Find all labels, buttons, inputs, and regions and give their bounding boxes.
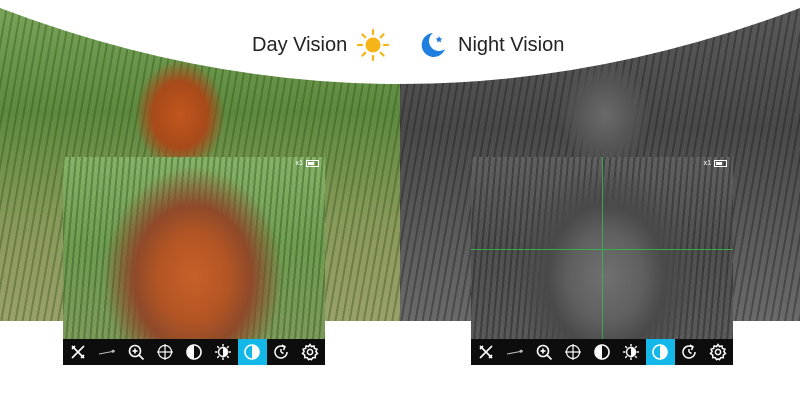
range-line-button[interactable] xyxy=(500,339,529,365)
brightness-icon xyxy=(623,344,640,360)
settings-gear-button[interactable] xyxy=(296,339,325,365)
brightness-button[interactable] xyxy=(208,339,237,365)
zoom-in-icon xyxy=(128,344,144,361)
settings-gear-button[interactable] xyxy=(704,339,733,365)
day-night-mode-icon xyxy=(244,344,260,360)
zoom-in-icon xyxy=(536,344,552,361)
night-zoom-level: x1 xyxy=(703,160,711,167)
rotate-icon xyxy=(274,344,288,359)
moon-star-icon xyxy=(421,33,445,57)
brightness-button[interactable] xyxy=(616,339,645,365)
zoom-in-button[interactable] xyxy=(529,339,558,365)
exit-button[interactable] xyxy=(471,339,500,365)
header-banner xyxy=(0,0,800,84)
rotate-button[interactable] xyxy=(267,339,296,365)
contrast-button[interactable] xyxy=(587,339,616,365)
battery-icon xyxy=(306,160,319,167)
day-vision-label: Day Vision xyxy=(252,33,348,56)
range-line-icon xyxy=(506,349,523,355)
night-vision-heading: Night Vision xyxy=(418,28,564,62)
exit-button[interactable] xyxy=(63,339,92,365)
reticle-horizontal-line xyxy=(471,249,733,250)
night-device-screen: x1 xyxy=(471,157,733,340)
night-toolbar xyxy=(471,339,733,365)
rotate-button[interactable] xyxy=(675,339,704,365)
day-toolbar xyxy=(63,339,325,365)
day-vision-heading: Day Vision xyxy=(252,28,390,62)
night-zoom-indicator: x1 xyxy=(704,160,727,167)
reticle-button[interactable] xyxy=(150,339,179,365)
day-device-screen: x1 xyxy=(63,157,325,340)
day-zoom-indicator: x1 xyxy=(296,160,319,167)
day-night-mode-button[interactable] xyxy=(237,339,267,365)
settings-gear-icon xyxy=(709,343,727,361)
day-night-mode-button[interactable] xyxy=(645,339,675,365)
reticle-icon xyxy=(156,344,173,360)
rotate-icon xyxy=(682,344,696,359)
range-line-button[interactable] xyxy=(92,339,121,365)
exit-icon xyxy=(70,345,85,359)
reticle-button[interactable] xyxy=(558,339,587,365)
day-night-mode-icon xyxy=(652,344,668,360)
settings-gear-icon xyxy=(301,343,319,361)
range-line-icon xyxy=(98,349,115,355)
brightness-icon xyxy=(215,344,232,360)
exit-icon xyxy=(478,345,493,359)
contrast-icon xyxy=(186,344,202,360)
contrast-button[interactable] xyxy=(179,339,208,365)
contrast-icon xyxy=(594,344,610,360)
sun-icon xyxy=(357,29,390,61)
day-zoom-level: x1 xyxy=(295,160,303,167)
battery-icon xyxy=(714,160,727,167)
zoom-in-button[interactable] xyxy=(121,339,150,365)
night-vision-label: Night Vision xyxy=(458,33,565,56)
reticle-icon xyxy=(564,344,581,360)
